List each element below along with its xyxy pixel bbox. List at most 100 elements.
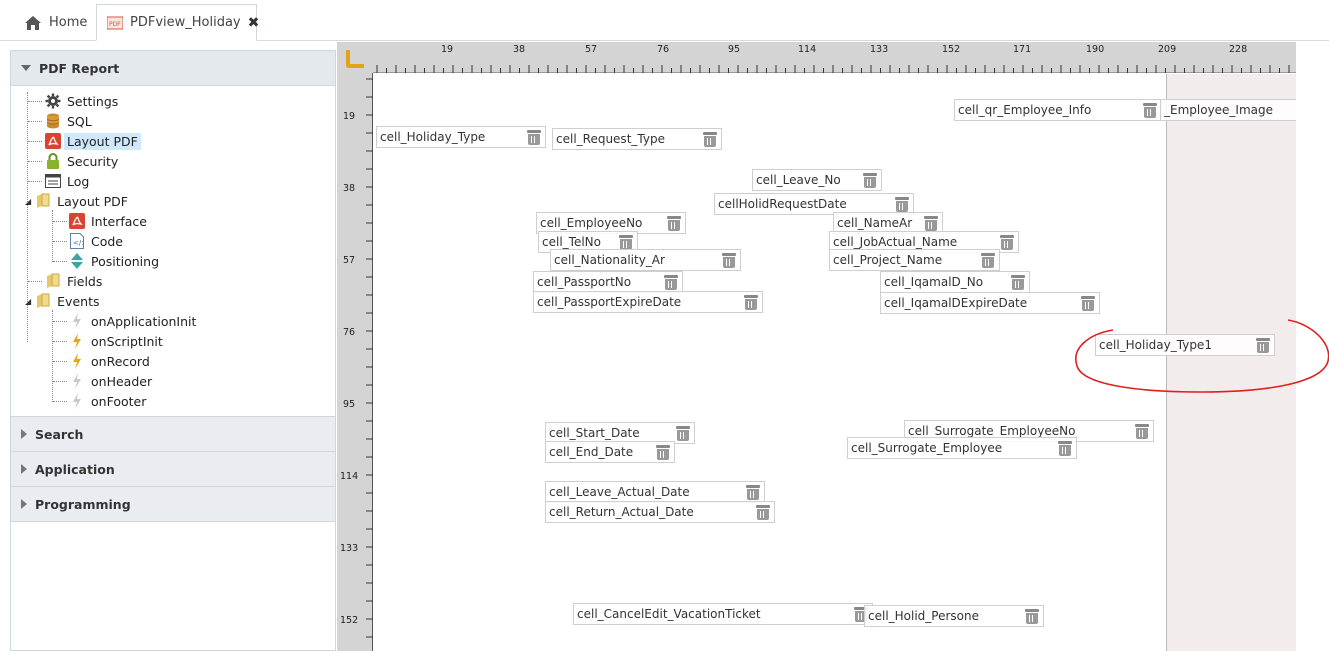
- tree-item-sql[interactable]: SQL: [45, 111, 92, 131]
- layout-cell[interactable]: cell_Surrogate_Employee: [847, 437, 1077, 459]
- layout-cell[interactable]: cell_PassportNo: [533, 271, 683, 293]
- tree-event-onrecord[interactable]: onRecord: [69, 351, 150, 371]
- ruler-top: 19 38 57 76 95 114 133 152 171 190 209 2…: [337, 42, 1296, 73]
- trash-icon[interactable]: [744, 295, 758, 310]
- layout-cell[interactable]: cell_Leave_No: [752, 169, 882, 191]
- trash-icon[interactable]: [656, 445, 670, 460]
- trash-icon[interactable]: [756, 505, 770, 520]
- svg-text:</>: </>: [73, 239, 84, 247]
- folder-icon: [35, 293, 51, 309]
- left-panel: PDF Report Settings SQL Layout PDF Secur…: [10, 50, 336, 651]
- ruler-left-label: 38: [343, 183, 356, 194]
- gear-icon: [45, 93, 61, 109]
- tree-event-onapplicationinit[interactable]: onApplicationInit: [69, 311, 196, 331]
- chevron-right-icon: [21, 499, 27, 509]
- trash-icon[interactable]: [746, 485, 760, 500]
- tree-event-onscriptinit[interactable]: onScriptInit: [69, 331, 163, 351]
- tree-item-positioning[interactable]: Positioning: [69, 251, 159, 271]
- trash-icon[interactable]: [895, 197, 909, 212]
- tree-folder-layout-pdf[interactable]: ◢ Layout PDF: [25, 191, 128, 211]
- tree-item-settings[interactable]: Settings: [45, 91, 118, 111]
- accordion-application[interactable]: Application: [11, 452, 335, 487]
- tree-item-code[interactable]: </> Code: [69, 231, 123, 251]
- layout-cell[interactable]: _Employee_Image: [1160, 99, 1296, 121]
- layout-cell[interactable]: cell_IqamalD_No: [880, 271, 1030, 293]
- pdf-icon: PDF: [107, 16, 123, 30]
- accordion-search[interactable]: Search: [11, 417, 335, 452]
- trash-icon[interactable]: [863, 173, 877, 188]
- pdf-report-tree: Settings SQL Layout PDF Security Log ◢ L…: [11, 86, 335, 417]
- layout-cell[interactable]: cell_Return_Actual_Date: [545, 501, 775, 523]
- layout-cell[interactable]: cell_qr_Employee_Info: [954, 99, 1162, 121]
- ruler-left-label: 152: [340, 615, 359, 626]
- tree-event-onfooter[interactable]: onFooter: [69, 391, 146, 411]
- ruler-top-label: 133: [870, 44, 889, 55]
- tab-pdfview-holiday[interactable]: PDF PDFview_Holiday ✖: [96, 4, 260, 41]
- collapse-triangle-icon[interactable]: ◢: [25, 297, 31, 306]
- trash-icon[interactable]: [703, 132, 717, 147]
- accordion-programming[interactable]: Programming: [11, 487, 335, 522]
- tree-item-log[interactable]: Log: [45, 171, 89, 191]
- svg-text:PDF: PDF: [109, 21, 121, 28]
- trash-icon[interactable]: [667, 216, 681, 231]
- layout-cell[interactable]: cell_End_Date: [545, 441, 675, 463]
- layout-cell[interactable]: cell_Request_Type: [552, 128, 722, 150]
- tab-home-label: Home: [49, 15, 88, 30]
- lock-icon: [45, 153, 61, 169]
- trash-icon[interactable]: [722, 253, 736, 268]
- trash-icon[interactable]: [1000, 235, 1014, 250]
- layout-cell[interactable]: cell_Leave_Actual_Date: [545, 481, 765, 503]
- trash-icon[interactable]: [924, 216, 938, 231]
- trash-icon[interactable]: [676, 426, 690, 441]
- ruler-top-label: 19: [441, 44, 454, 55]
- close-tab-icon[interactable]: ✖: [248, 15, 260, 31]
- tree-folder-fields[interactable]: Fields: [45, 271, 102, 291]
- ruler-top-label: 209: [1158, 44, 1177, 55]
- trash-icon[interactable]: [664, 275, 678, 290]
- ruler-origin-handle[interactable]: [337, 42, 373, 73]
- collapse-triangle-icon[interactable]: ◢: [25, 197, 31, 206]
- tree-folder-events[interactable]: ◢ Events: [25, 291, 99, 311]
- code-file-icon: </>: [69, 233, 85, 249]
- accordion-pdf-report[interactable]: PDF Report: [11, 51, 335, 86]
- event-bolt-icon: [69, 353, 85, 369]
- tree-item-security[interactable]: Security: [45, 151, 118, 171]
- trash-icon[interactable]: [1058, 441, 1072, 456]
- trash-icon[interactable]: [619, 235, 633, 250]
- chevron-down-icon: [21, 65, 31, 71]
- tree-item-layout-pdf[interactable]: Layout PDF: [45, 131, 141, 151]
- tree-event-onheader[interactable]: onHeader: [69, 371, 152, 391]
- layout-cell[interactable]: cell_IqamalDExpireDate: [880, 292, 1100, 314]
- ruler-left-label: 95: [343, 399, 356, 410]
- accordion-pdf-report-label: PDF Report: [39, 60, 120, 76]
- ruler-left-label: 133: [340, 543, 359, 554]
- event-bolt-icon: [69, 313, 85, 329]
- ruler-top-label: 228: [1229, 44, 1248, 55]
- ruler-left-label: 76: [343, 327, 356, 338]
- database-icon: [45, 113, 61, 129]
- tree-item-interface[interactable]: Interface: [69, 211, 147, 231]
- trash-icon[interactable]: [1143, 103, 1157, 118]
- pdf-icon: [69, 213, 85, 229]
- layout-cell[interactable]: cell_CancelEdit_VacationTicket: [573, 603, 873, 625]
- trash-icon[interactable]: [1135, 424, 1149, 439]
- chevron-right-icon: [21, 464, 27, 474]
- trash-icon[interactable]: [981, 253, 995, 268]
- layout-cell[interactable]: cell_Project_Name: [829, 249, 1000, 271]
- ruler-top-label: 114: [798, 44, 817, 55]
- layout-cell[interactable]: cell_PassportExpireDate: [533, 291, 763, 313]
- event-bolt-icon: [69, 333, 85, 349]
- trash-icon[interactable]: [1011, 275, 1025, 290]
- trash-icon[interactable]: [1025, 609, 1039, 624]
- ruler-top-label: 38: [513, 44, 526, 55]
- pdf-icon: [45, 133, 61, 149]
- layout-cell[interactable]: cell_Nationality_Ar: [550, 249, 741, 271]
- trash-icon[interactable]: [527, 130, 541, 145]
- ruler-top-label: 57: [585, 44, 598, 55]
- tab-home[interactable]: Home: [14, 4, 94, 41]
- trash-icon[interactable]: [1081, 296, 1095, 311]
- positioning-icon: [69, 253, 85, 269]
- ruler-left: 19 38 57 76 95 114 133 152: [337, 73, 373, 651]
- layout-cell[interactable]: cell_Holid_Persone: [864, 605, 1044, 627]
- layout-cell[interactable]: cell_Holiday_Type: [376, 126, 546, 148]
